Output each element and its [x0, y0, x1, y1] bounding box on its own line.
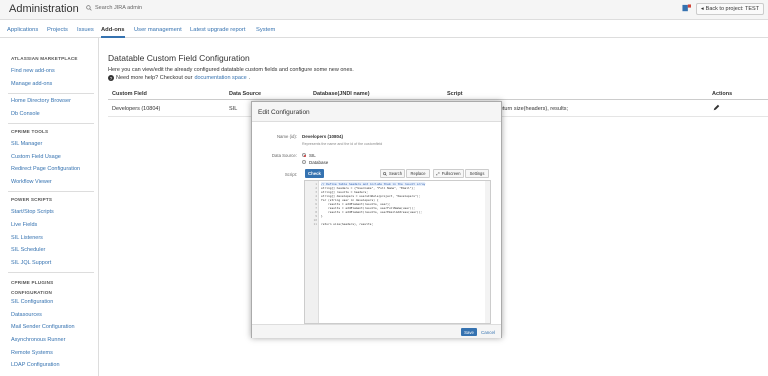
- tab-latest-upgrade-report[interactable]: Latest upgrade report: [190, 27, 245, 33]
- code-line: }: [321, 214, 323, 218]
- sidebar-divider: [8, 123, 94, 124]
- back-to-project-button[interactable]: ◂ Back to project: TEST: [696, 3, 764, 15]
- code-editor[interactable]: 1 2 3 4 5 6 7 8 9 10 11 // Define table …: [304, 180, 491, 324]
- save-button[interactable]: Save: [461, 328, 477, 336]
- sidebar-item-sil-manager[interactable]: SIL Manager: [11, 141, 42, 147]
- admin-search[interactable]: Search JIRA admin: [86, 5, 142, 11]
- column-header-actions: Actions: [712, 91, 733, 97]
- tab-issues[interactable]: Issues: [77, 27, 94, 33]
- sidebar-item-remote-systems[interactable]: Remote Systems: [11, 350, 53, 356]
- cell-custom-field: Developers (10804): [112, 106, 161, 112]
- code-line: return size(headers), results;: [321, 222, 374, 226]
- radio-database[interactable]: [302, 160, 306, 164]
- sidebar-item-manage-add-ons[interactable]: Manage add-ons: [11, 81, 52, 87]
- edit-configuration-dialog: Edit Configuration Name (id): Developers…: [251, 101, 502, 338]
- cancel-link[interactable]: Cancel: [481, 330, 495, 335]
- dialog-header: Edit Configuration: [252, 102, 501, 122]
- sidebar-item-datasources[interactable]: Datasources: [11, 312, 42, 318]
- sidebar-item-sil-scheduler[interactable]: SIL Scheduler: [11, 247, 45, 253]
- line-number-gutter: 1 2 3 4 5 6 7 8 9 10 11: [305, 181, 319, 323]
- line-number: 11: [313, 222, 317, 226]
- sidebar-item-sil-configuration[interactable]: SIL Configuration: [11, 299, 53, 305]
- dialog-body: Name (id): Developers (10804) Represents…: [252, 122, 501, 324]
- data-source-label: Data Source:: [271, 153, 297, 158]
- tab-system[interactable]: System: [256, 27, 275, 33]
- fullscreen-button[interactable]: ⤢ Fullscreen: [433, 169, 464, 178]
- sidebar-item-mail-sender-configuration[interactable]: Mail Sender Configuration: [11, 324, 75, 330]
- radio-sil-label: SIL: [309, 152, 316, 158]
- tab-add-ons[interactable]: Add-ons: [101, 27, 125, 38]
- table-header-divider: [108, 99, 768, 100]
- column-header-script: Script: [447, 91, 463, 97]
- sidebar-item-sil-jql-support[interactable]: SIL JQL Support: [11, 260, 51, 266]
- sidebar-item-asynchronous-runner[interactable]: Asynchronous Runner: [11, 337, 65, 343]
- sidebar-divider: [8, 93, 94, 94]
- cell-data-source: SIL: [229, 106, 238, 112]
- top-bar: Administration Search JIRA admin ◂ Back …: [0, 0, 768, 20]
- sidebar-item-start-stop-scripts[interactable]: Start/Stop Scripts: [11, 209, 54, 215]
- documentation-link[interactable]: documentation space: [194, 75, 246, 81]
- sidebar: ATLASSIAN MARKETPLACE Find new add-ons M…: [0, 38, 99, 376]
- name-value: Developers (10804): [302, 134, 344, 139]
- sidebar-item-sil-listeners[interactable]: SIL Listeners: [11, 235, 43, 241]
- code-line: results = addElement(results, userEmailA…: [321, 210, 422, 214]
- edit-pencil-icon[interactable]: [713, 104, 720, 111]
- replace-button[interactable]: Replace: [406, 169, 430, 178]
- column-header-custom-field: Custom Field: [112, 91, 147, 97]
- sidebar-item-live-fields[interactable]: Live Fields: [11, 222, 37, 228]
- sidebar-item-ldap-configuration[interactable]: LDAP Configuration: [11, 362, 60, 368]
- page-description: Here you can view/edit the already confi…: [108, 67, 354, 73]
- radio-database-label: Database: [309, 159, 329, 165]
- column-header-data-source: Data Source: [229, 91, 262, 97]
- dialog-footer: Save Cancel: [252, 324, 501, 338]
- search-icon: [383, 171, 387, 176]
- search-icon: [86, 5, 92, 11]
- tab-applications[interactable]: Applications: [7, 27, 38, 33]
- editor-scrollbar[interactable]: [485, 181, 490, 323]
- sidebar-heading: CPRIME PLUGINS CONFIGURATION: [11, 280, 54, 295]
- sidebar-heading: ATLASSIAN MARKETPLACE: [11, 56, 78, 61]
- cell-script: return size(headers), results;: [498, 106, 568, 112]
- back-arrow-icon: ◂: [700, 6, 704, 12]
- search-button[interactable]: Search: [380, 169, 405, 178]
- sidebar-divider: [8, 272, 94, 273]
- name-label: Name (id):: [276, 134, 297, 139]
- sidebar-heading: POWER SCRIPTS: [11, 197, 53, 202]
- page-header-title: Administration: [9, 3, 79, 15]
- sidebar-item-custom-field-usage[interactable]: Custom Field Usage: [11, 154, 61, 160]
- sidebar-item-redirect-page-configuration[interactable]: Redirect Page Configuration: [11, 166, 80, 172]
- sidebar-heading: CPRIME TOOLS: [11, 129, 49, 134]
- radio-sil[interactable]: [302, 153, 306, 157]
- dialog-title: Edit Configuration: [258, 109, 310, 116]
- sidebar-item-workflow-viewer[interactable]: Workflow Viewer: [11, 179, 52, 185]
- tab-user-management[interactable]: User management: [134, 27, 182, 33]
- help-line: ? Need more help? Checkout our documenta…: [108, 75, 251, 81]
- sidebar-item-find-new-add-ons[interactable]: Find new add-ons: [11, 68, 55, 74]
- expand-icon: ⤢: [436, 171, 440, 176]
- search-input[interactable]: Search JIRA admin: [95, 5, 142, 11]
- page-title: Datatable Custom Field Configuration: [108, 53, 250, 63]
- check-button[interactable]: Check: [305, 169, 324, 178]
- sidebar-item-home-directory-browser[interactable]: Home Directory Browser: [11, 98, 71, 104]
- script-label: Script:: [284, 172, 297, 177]
- admin-tabs: Applications Projects Issues Add-ons Use…: [0, 20, 768, 38]
- sidebar-item-db-console[interactable]: Db Console: [11, 111, 40, 117]
- tab-projects[interactable]: Projects: [47, 27, 68, 33]
- settings-button[interactable]: Settings: [465, 169, 489, 178]
- notification-icon[interactable]: [682, 4, 691, 13]
- column-header-database: Database(JNDI name): [313, 91, 370, 97]
- name-hint: Represents the name and the id of the cu…: [302, 142, 383, 146]
- help-icon: ?: [108, 75, 114, 81]
- sidebar-divider: [8, 191, 94, 192]
